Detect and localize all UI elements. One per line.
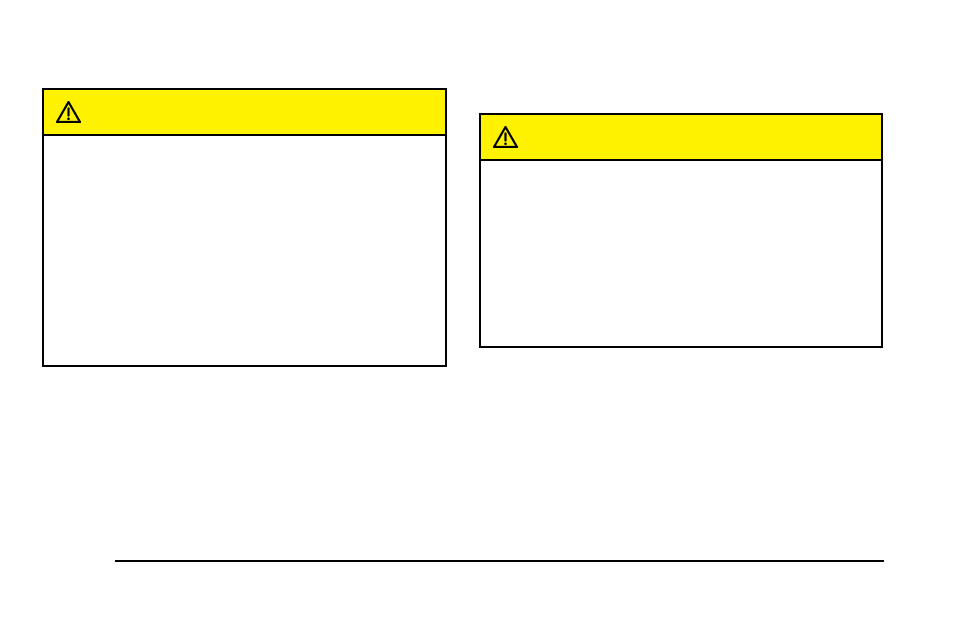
horizontal-divider bbox=[115, 560, 884, 562]
warning-body-left bbox=[44, 136, 445, 160]
warning-header-right bbox=[481, 115, 881, 161]
warning-body-right bbox=[481, 161, 881, 185]
caution-triangle-icon bbox=[56, 101, 81, 123]
caution-triangle-icon bbox=[493, 126, 518, 148]
warning-header-left bbox=[44, 90, 445, 136]
warning-box-left bbox=[42, 88, 447, 367]
warning-box-right bbox=[479, 113, 883, 348]
